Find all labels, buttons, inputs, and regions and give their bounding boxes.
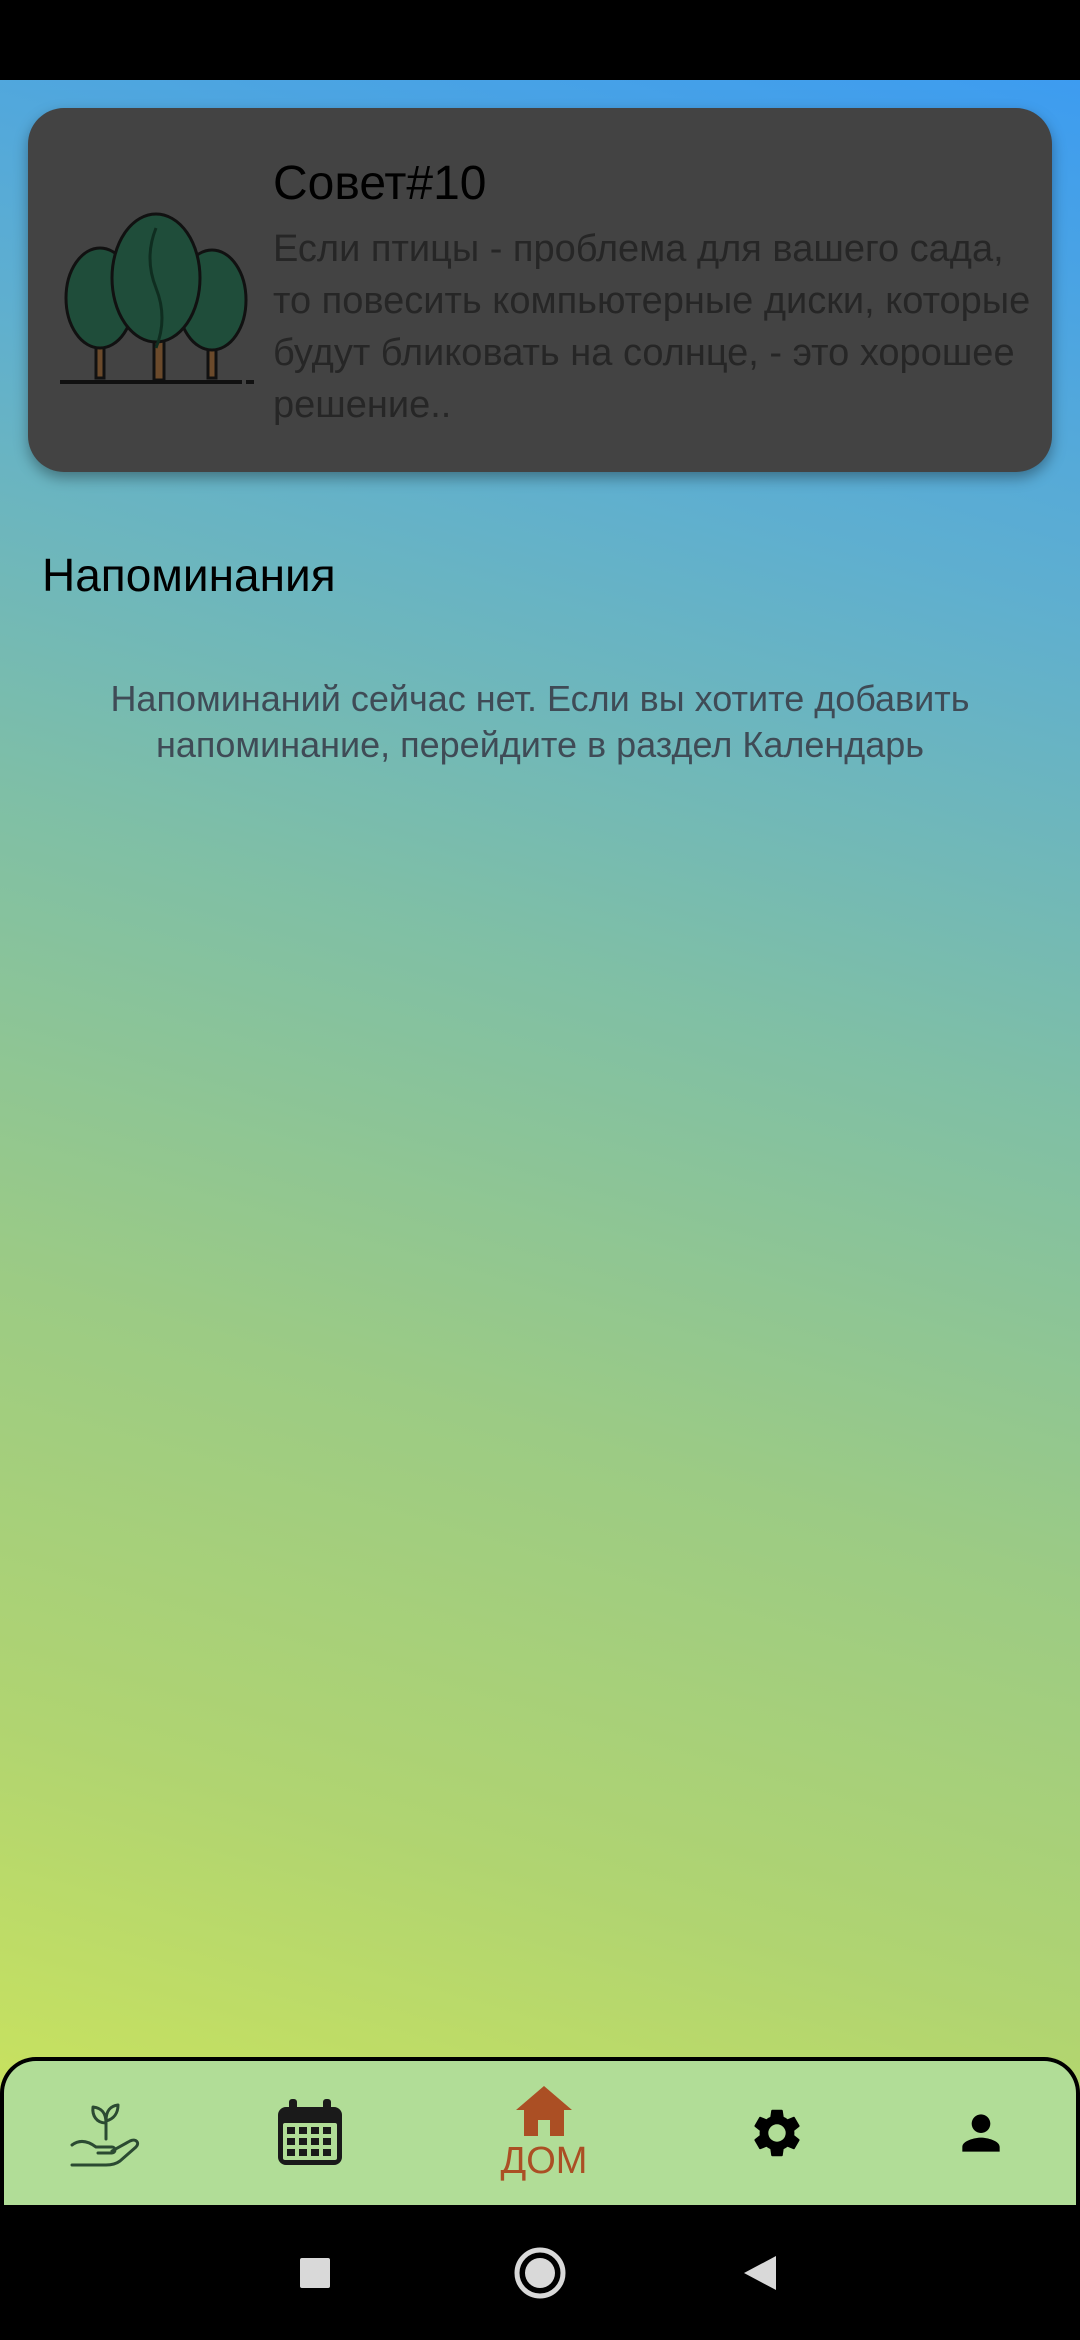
nav-item-plants[interactable] [6,2061,206,2205]
app-screen: Совет#10 Если птицы - проблема для вашег… [0,0,1080,2340]
nav-item-calendar[interactable] [210,2061,410,2205]
tip-title: Совет#10 [273,157,487,210]
home-system-button[interactable] [480,2205,600,2340]
recents-button[interactable] [255,2205,375,2340]
tip-text: Если птицы - проблема для вашего сада, т… [273,228,1031,426]
home-icon [516,2085,572,2136]
tip-card[interactable]: Совет#10 Если птицы - проблема для вашег… [28,108,1052,472]
nav-item-settings[interactable] [677,2061,877,2205]
trees-icon [60,212,254,384]
home-content: Совет#10 Если птицы - проблема для вашег… [0,80,1080,2205]
reminders-title: Напоминания [42,549,336,601]
system-nav-bar [0,2205,1080,2340]
reminders-empty-message: Напоминаний сейчас нет. Если вы хотите д… [110,678,970,765]
bottom-nav: ДОМ [0,2057,1080,2205]
gear-icon [754,2109,800,2157]
plant-hand-icon [70,2103,140,2167]
nav-label-home: ДОМ [500,2139,588,2182]
square-icon [300,2257,330,2288]
person-icon [962,2114,1000,2152]
status-bar [0,0,1080,80]
back-triangle-icon [744,2255,776,2290]
nav-item-home[interactable]: ДОМ [444,2061,644,2205]
circle-icon [514,2247,566,2298]
back-button[interactable] [700,2205,820,2340]
nav-item-profile[interactable] [881,2061,1080,2205]
calendar-icon [278,2099,342,2165]
